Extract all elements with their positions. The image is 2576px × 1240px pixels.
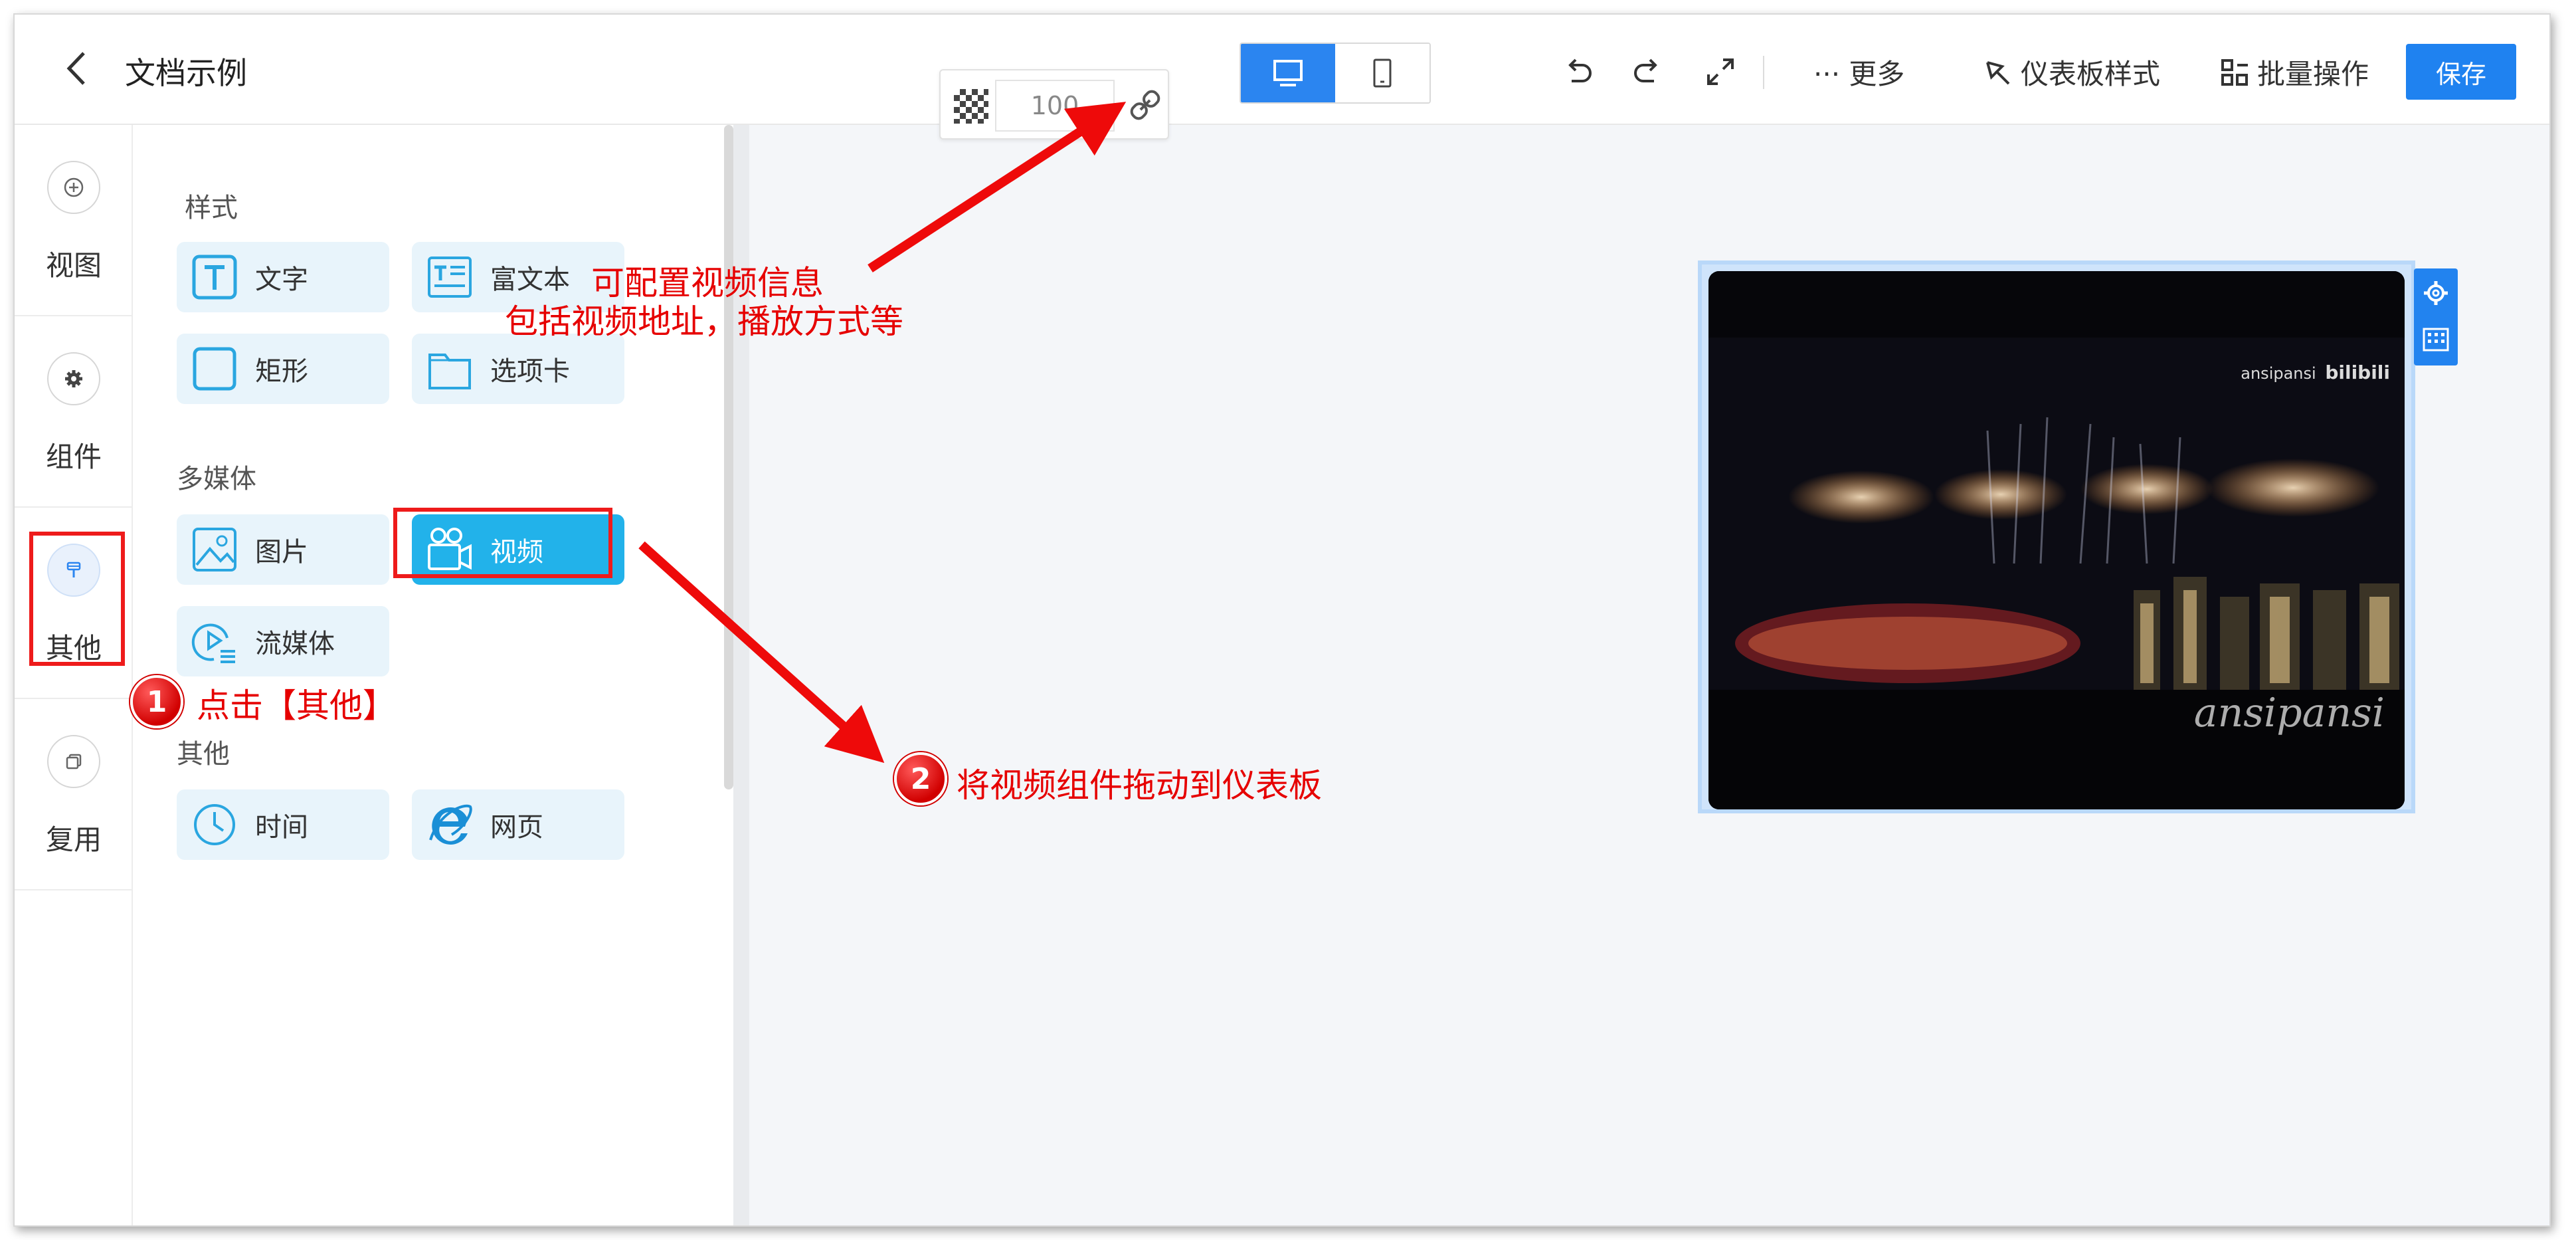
clock-icon <box>190 800 239 849</box>
annotation-box-video <box>393 508 612 578</box>
text-t-icon <box>190 253 239 302</box>
app-window: 文档示例 ··· 更多 仪表板样式 批量操作 保存 视图 组件 其他 复用 样式… <box>13 13 2551 1227</box>
section-title-style: 样式 <box>185 193 238 223</box>
left-rail: 视图 组件 其他 复用 <box>15 125 133 1225</box>
rail-label-view: 视图 <box>45 249 102 282</box>
component-streaming[interactable]: 流媒体 <box>177 606 389 676</box>
component-label: 网页 <box>490 812 543 843</box>
step-badge-1: 1 <box>130 675 183 728</box>
ie-browser-icon <box>425 800 474 849</box>
component-label: 时间 <box>255 812 308 843</box>
undo-icon[interactable] <box>1560 53 1597 90</box>
component-webpage[interactable]: 网页 <box>412 789 624 860</box>
widget-settings-button[interactable] <box>2418 275 2454 311</box>
rail-item-view[interactable]: 视图 <box>15 125 133 316</box>
widget-toolbar <box>2414 268 2458 365</box>
config-note-line2: 包括视频地址，播放方式等 <box>505 302 903 341</box>
fullscreen-icon[interactable] <box>1702 53 1739 90</box>
component-tabs[interactable]: 选项卡 <box>412 334 624 404</box>
copy-icon <box>47 735 100 788</box>
batch-operation-label: 批量操作 <box>2257 58 2369 90</box>
grid-dots-icon <box>2423 328 2449 352</box>
magic-pin-icon <box>1986 60 2010 84</box>
gear-icon <box>47 352 100 405</box>
more-button[interactable]: ··· 更多 <box>1813 52 1904 92</box>
component-label: 流媒体 <box>255 629 335 659</box>
component-image[interactable]: 图片 <box>177 514 389 585</box>
dashboard-style-label: 仪表板样式 <box>2021 58 2161 90</box>
component-rectangle[interactable]: 矩形 <box>177 334 389 404</box>
opacity-toolbar: 100 <box>939 69 1169 140</box>
device-switcher <box>1240 43 1431 104</box>
component-text[interactable]: 文字 <box>177 242 389 312</box>
page-title: 文档示例 <box>125 55 247 91</box>
more-label: ··· 更多 <box>1813 58 1905 90</box>
back-button[interactable] <box>54 45 101 92</box>
link-icon[interactable] <box>1127 86 1164 124</box>
component-label: 选项卡 <box>490 356 570 387</box>
dashboard-canvas[interactable]: ansipansi bilibili ansipansi <box>749 125 2549 1225</box>
video-watermark-bottom: ansipansi <box>2193 690 2385 736</box>
image-icon <box>190 525 239 574</box>
component-label: 矩形 <box>255 356 308 387</box>
section-title-other: 其他 <box>177 739 230 770</box>
rail-item-reuse[interactable]: 复用 <box>15 699 133 890</box>
component-time[interactable]: 时间 <box>177 789 389 860</box>
batch-operation-button[interactable]: 批量操作 <box>2220 52 2369 92</box>
toolbar-divider <box>1763 56 1764 89</box>
grid-icon <box>2221 58 2248 86</box>
plus-circle-icon <box>47 161 100 214</box>
dashboard-style-button[interactable]: 仪表板样式 <box>1982 52 2160 92</box>
transparency-icon <box>954 89 988 124</box>
rail-label-reuse: 复用 <box>45 823 102 856</box>
phone-icon <box>1373 58 1392 88</box>
redo-icon[interactable] <box>1629 53 1666 90</box>
rail-label-components: 组件 <box>45 441 102 473</box>
chevron-left-icon <box>66 52 85 85</box>
component-label: 图片 <box>255 537 308 568</box>
component-label: 富文本 <box>490 264 570 295</box>
component-label: 文字 <box>255 264 308 295</box>
panel-scrollbar[interactable] <box>724 125 733 789</box>
save-button[interactable]: 保存 <box>2406 44 2516 100</box>
video-watermark-top: ansipansi bilibili <box>2241 362 2390 383</box>
section-title-multimedia: 多媒体 <box>177 464 256 494</box>
mobile-view-button[interactable] <box>1335 44 1429 102</box>
opacity-input[interactable]: 100 <box>995 80 1115 132</box>
annotation-box-other <box>29 532 125 666</box>
desktop-view-button[interactable] <box>1241 44 1335 102</box>
widget-layout-button[interactable] <box>2418 322 2454 358</box>
rail-item-components[interactable]: 组件 <box>15 316 133 508</box>
watermark-user: ansipansi <box>2241 364 2316 383</box>
gear-icon <box>2424 281 2448 305</box>
step-badge-2: 2 <box>894 752 947 805</box>
rich-text-icon <box>425 253 474 302</box>
rectangle-icon <box>190 344 239 393</box>
video-player[interactable]: ansipansi bilibili ansipansi <box>1708 271 2405 809</box>
video-widget[interactable]: ansipansi bilibili ansipansi <box>1698 260 2415 813</box>
step2-note: 将视频组件拖动到仪表板 <box>957 766 1322 805</box>
tab-card-icon <box>425 344 474 393</box>
monitor-icon <box>1273 60 1303 86</box>
watermark-brand: bilibili <box>2325 362 2390 383</box>
top-bar: 文档示例 ··· 更多 仪表板样式 批量操作 保存 <box>15 15 2549 125</box>
stream-icon <box>190 617 239 666</box>
step1-note: 点击【其他】 <box>197 686 396 725</box>
